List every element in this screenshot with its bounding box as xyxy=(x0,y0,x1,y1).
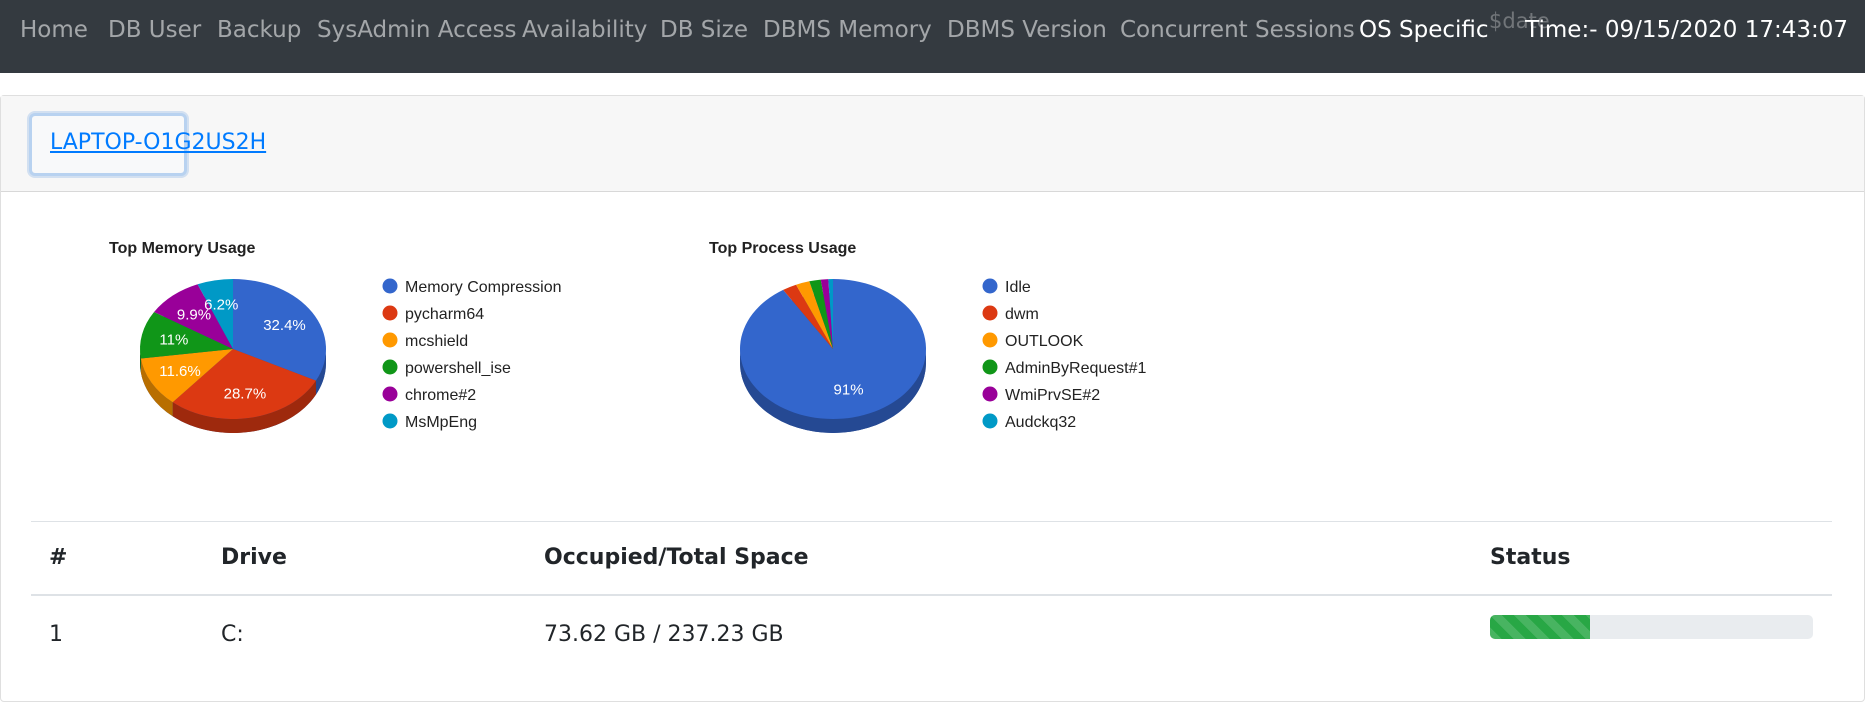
legend-marker xyxy=(982,413,998,429)
row-drive: C: xyxy=(221,622,244,647)
slice-label: 11% xyxy=(159,331,188,348)
legend-marker xyxy=(982,359,998,375)
header-drive: Drive xyxy=(221,545,287,570)
legend-label: powershell_ise xyxy=(405,360,511,377)
legend-label: MsMpEng xyxy=(405,414,477,431)
row-index: 1 xyxy=(49,622,63,647)
legend-label: mcshield xyxy=(405,333,468,350)
slice-label: 11.6% xyxy=(159,363,200,380)
legend-label: AdminByRequest#1 xyxy=(1005,360,1147,377)
legend-label: pycharm64 xyxy=(405,306,484,323)
table-top-border xyxy=(31,521,1832,522)
legend-label: Audckq32 xyxy=(1005,414,1076,431)
table-header-border xyxy=(31,594,1832,596)
header-index: # xyxy=(49,545,68,570)
charts-area: 32.4%28.7%11.6%11%9.9%6.2%Memory Compres… xyxy=(140,278,1147,433)
legend-marker xyxy=(382,386,398,402)
legend-marker xyxy=(382,305,398,321)
header-space: Occupied/Total Space xyxy=(544,545,809,570)
header-status: Status xyxy=(1490,545,1571,570)
row-space: 73.62 GB / 237.23 GB xyxy=(544,622,784,647)
legend-marker xyxy=(982,332,998,348)
legend-marker xyxy=(382,278,398,294)
legend-label: Idle xyxy=(1005,279,1031,296)
status-progress xyxy=(1490,615,1813,639)
slice-label: 6.2% xyxy=(204,296,238,313)
legend-marker xyxy=(982,386,998,402)
legend-label: chrome#2 xyxy=(405,387,476,404)
legend-label: OUTLOOK xyxy=(1005,333,1084,350)
status-progress-fill xyxy=(1490,615,1591,639)
slice-label: 91% xyxy=(834,381,864,398)
legend-marker xyxy=(382,359,398,375)
legend-marker xyxy=(982,278,998,294)
slice-label: 32.4% xyxy=(263,317,306,334)
legend-marker xyxy=(382,413,398,429)
legend-marker xyxy=(382,332,398,348)
slice-label: 28.7% xyxy=(224,386,267,403)
legend-label: WmiPrvSE#2 xyxy=(1005,387,1100,404)
legend-label: dwm xyxy=(1005,306,1039,323)
legend-label: Memory Compression xyxy=(405,279,561,296)
legend-marker xyxy=(982,305,998,321)
